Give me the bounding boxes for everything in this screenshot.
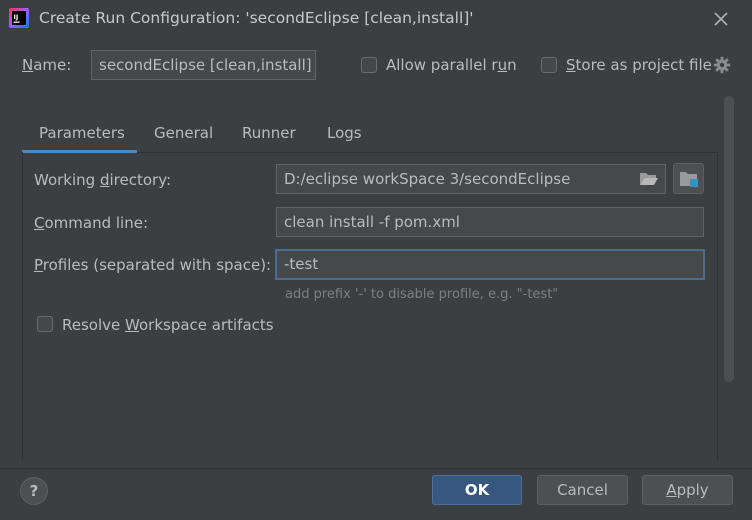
command-line-label: Command line: — [34, 214, 148, 232]
allow-parallel-checkbox[interactable] — [361, 57, 377, 73]
close-icon[interactable] — [708, 6, 734, 32]
parameters-panel — [22, 152, 718, 460]
tab-logs[interactable]: Logs — [327, 124, 362, 152]
svg-text:IJ: IJ — [14, 13, 19, 21]
allow-parallel-label[interactable]: Allow parallel run — [386, 56, 517, 74]
working-directory-field[interactable]: D:/eclipse workSpace 3/secondEclipse — [276, 164, 666, 194]
module-folder-icon — [680, 172, 698, 187]
intellij-app-icon: IJ — [9, 8, 29, 28]
footer-divider — [0, 468, 752, 469]
help-button[interactable]: ? — [20, 477, 48, 505]
resolve-workspace-label[interactable]: Resolve Workspace artifacts — [62, 316, 274, 334]
profiles-hint: add prefix '-' to disable profile, e.g. … — [285, 287, 559, 302]
name-field[interactable]: secondEclipse [clean,install] — [91, 50, 316, 80]
profiles-label: Profiles (separated with space): — [34, 256, 272, 274]
window-title: Create Run Configuration: 'secondEclipse… — [39, 9, 474, 27]
tab-parameters[interactable]: Parameters — [39, 124, 125, 152]
browse-module-button[interactable] — [673, 163, 704, 194]
working-directory-value: D:/eclipse workSpace 3/secondEclipse — [284, 170, 571, 188]
folder-open-icon[interactable] — [639, 170, 659, 188]
ok-button[interactable]: OK — [432, 475, 522, 505]
working-directory-label: Working directory: — [34, 171, 172, 189]
profiles-field[interactable]: -test — [275, 249, 705, 280]
vertical-scrollbar[interactable] — [724, 96, 734, 382]
title-bar: IJ Create Run Configuration: 'secondEcli… — [0, 0, 752, 38]
gear-icon[interactable] — [713, 56, 731, 74]
resolve-workspace-checkbox[interactable] — [37, 316, 53, 332]
store-as-project-label[interactable]: Store as project file — [566, 56, 712, 74]
command-line-field[interactable]: clean install -f pom.xml — [276, 207, 704, 237]
store-as-project-checkbox[interactable] — [541, 57, 557, 73]
cancel-button[interactable]: Cancel — [537, 475, 628, 505]
tab-runner[interactable]: Runner — [242, 124, 296, 152]
apply-button[interactable]: Apply — [642, 475, 733, 505]
name-label: Name: — [22, 56, 72, 74]
help-icon: ? — [29, 482, 39, 500]
tab-general[interactable]: General — [154, 124, 213, 152]
